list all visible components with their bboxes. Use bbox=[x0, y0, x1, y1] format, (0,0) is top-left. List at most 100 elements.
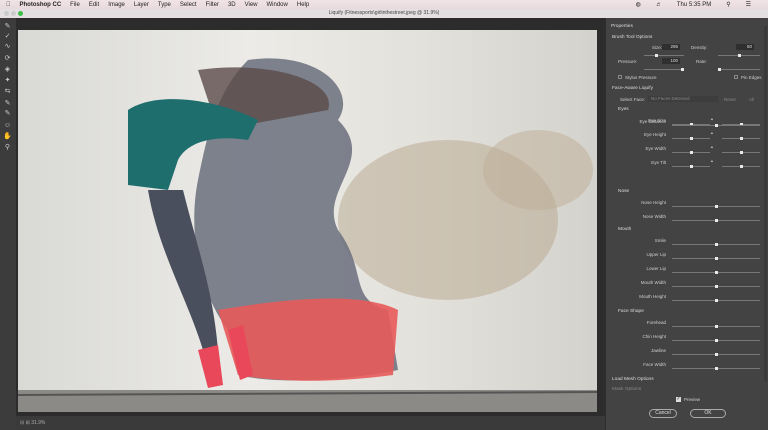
menu-edit[interactable]: Edit bbox=[89, 2, 99, 8]
eye-height-left-slider[interactable] bbox=[672, 137, 710, 140]
link-icon[interactable]: ⚭ bbox=[710, 117, 714, 123]
menu-window[interactable]: Window bbox=[267, 2, 288, 8]
nose-height-slider[interactable] bbox=[672, 205, 760, 208]
apple-menu[interactable]:  bbox=[6, 2, 11, 8]
ok-button[interactable]: OK bbox=[690, 409, 726, 418]
minimize-button[interactable] bbox=[11, 11, 16, 16]
slider-knob[interactable] bbox=[737, 54, 741, 57]
all-button[interactable]: All bbox=[749, 97, 754, 102]
zoom-in-icon[interactable]: ⊞ bbox=[26, 420, 30, 426]
section-mouth[interactable]: Mouth bbox=[618, 227, 631, 232]
stylus-pressure-checkbox[interactable] bbox=[618, 75, 622, 79]
upper-lip-slider[interactable] bbox=[672, 257, 760, 260]
thaw-mask-tool-icon[interactable]: ✎ bbox=[3, 110, 12, 118]
slider-knob[interactable] bbox=[718, 68, 721, 71]
link-icon[interactable]: ⚭ bbox=[710, 159, 714, 165]
chin-height-slider[interactable] bbox=[672, 339, 760, 342]
smile-slider[interactable] bbox=[672, 243, 760, 246]
slider-knob[interactable] bbox=[715, 285, 718, 288]
cancel-button[interactable]: Cancel bbox=[649, 409, 677, 418]
lower-lip-slider[interactable] bbox=[672, 271, 760, 274]
mouth-height-slider[interactable] bbox=[672, 299, 760, 302]
load-mesh-options-header[interactable]: Load Mesh Options bbox=[612, 377, 654, 382]
pressure-slider[interactable] bbox=[644, 68, 684, 71]
slider-knob[interactable] bbox=[740, 165, 743, 168]
link-icon[interactable]: ⚭ bbox=[710, 145, 714, 151]
section-nose[interactable]: Nose bbox=[618, 189, 629, 194]
slider-knob[interactable] bbox=[740, 137, 743, 140]
slider-knob[interactable] bbox=[715, 219, 718, 222]
zoom-level[interactable]: 31.9% bbox=[31, 420, 45, 426]
push-left-tool-icon[interactable]: ⇆ bbox=[3, 88, 12, 96]
eye-tilt-right-slider[interactable] bbox=[722, 165, 760, 168]
slider-knob[interactable] bbox=[690, 165, 693, 168]
density-slider[interactable] bbox=[718, 54, 760, 57]
eye-height-right-slider[interactable] bbox=[722, 137, 760, 140]
notifications-icon[interactable]: ☰ bbox=[746, 1, 751, 8]
face-width-slider[interactable] bbox=[672, 367, 760, 370]
link-icon[interactable]: ⚭ bbox=[710, 131, 714, 137]
rate-slider[interactable] bbox=[718, 68, 760, 71]
section-face-shape[interactable]: Face Shape bbox=[618, 309, 644, 314]
twirl-tool-icon[interactable]: ⟳ bbox=[3, 55, 12, 63]
menu-app[interactable]: Photoshop CC bbox=[20, 2, 62, 8]
slider-knob[interactable] bbox=[715, 124, 718, 127]
slider-knob[interactable] bbox=[681, 68, 684, 71]
density-field[interactable]: 50 bbox=[736, 44, 754, 50]
volume-icon[interactable]: ♬ bbox=[656, 2, 662, 8]
mouth-width-slider[interactable] bbox=[672, 285, 760, 288]
slider-knob[interactable] bbox=[715, 339, 718, 342]
face-aware-liquify-header[interactable]: Face-Aware Liquify bbox=[612, 86, 653, 91]
clock[interactable]: Thu 5:35 PM bbox=[677, 2, 711, 8]
slider-knob[interactable] bbox=[715, 325, 718, 328]
slider-knob[interactable] bbox=[740, 151, 743, 154]
slider-knob[interactable] bbox=[715, 367, 718, 370]
slider-knob[interactable] bbox=[655, 54, 659, 57]
preview-checkbox[interactable]: ✓ bbox=[676, 397, 681, 402]
slider-knob[interactable] bbox=[690, 137, 693, 140]
slider-knob[interactable] bbox=[715, 353, 718, 356]
slider-knob[interactable] bbox=[715, 299, 718, 302]
menu-file[interactable]: File bbox=[70, 2, 80, 8]
pressure-field[interactable]: 100 bbox=[662, 58, 680, 64]
bloat-tool-icon[interactable]: ✦ bbox=[3, 77, 12, 85]
slider-knob[interactable] bbox=[715, 243, 718, 246]
mask-options-header[interactable]: Mask Options bbox=[612, 387, 641, 392]
zoom-out-icon[interactable]: ⊟ bbox=[20, 420, 24, 426]
section-eyes[interactable]: Eyes bbox=[618, 107, 629, 112]
menu-3d[interactable]: 3D bbox=[228, 2, 236, 8]
forward-warp-tool-icon[interactable]: ✎ bbox=[3, 23, 12, 31]
jawline-slider[interactable] bbox=[672, 353, 760, 356]
slider-knob[interactable] bbox=[715, 271, 718, 274]
menu-filter[interactable]: Filter bbox=[206, 2, 219, 8]
zoom-button[interactable] bbox=[18, 11, 23, 16]
smooth-tool-icon[interactable]: ∿ bbox=[3, 43, 12, 51]
slider-knob[interactable] bbox=[715, 257, 718, 260]
panel-scrollbar[interactable] bbox=[764, 26, 767, 381]
wifi-icon[interactable]: ◍ bbox=[636, 1, 641, 8]
menu-view[interactable]: View bbox=[245, 2, 258, 8]
hand-tool-icon[interactable]: ✋ bbox=[3, 133, 12, 141]
brush-tool-options-header[interactable]: Brush Tool Options bbox=[612, 35, 652, 40]
menu-help[interactable]: Help bbox=[297, 2, 309, 8]
select-face-dropdown[interactable]: No Faces Detected bbox=[648, 96, 718, 102]
freeze-mask-tool-icon[interactable]: ✎ bbox=[3, 100, 12, 108]
slider-knob[interactable] bbox=[715, 205, 718, 208]
menu-select[interactable]: Select bbox=[180, 2, 197, 8]
photo-canvas[interactable] bbox=[18, 30, 597, 412]
eye-tilt-left-slider[interactable] bbox=[672, 165, 710, 168]
eye-width-right-slider[interactable] bbox=[722, 151, 760, 154]
reconstruct-tool-icon[interactable]: ✓ bbox=[3, 33, 12, 41]
size-field[interactable]: 295 bbox=[662, 44, 680, 50]
face-tool-icon[interactable]: ☺ bbox=[3, 122, 12, 130]
size-slider[interactable] bbox=[644, 54, 684, 57]
eye-width-left-slider[interactable] bbox=[672, 151, 710, 154]
nose-width-slider[interactable] bbox=[672, 219, 760, 222]
pin-edges-checkbox[interactable] bbox=[734, 75, 738, 79]
menu-image[interactable]: Image bbox=[108, 2, 125, 8]
forehead-slider[interactable] bbox=[672, 325, 760, 328]
reset-button[interactable]: Reset bbox=[724, 97, 736, 102]
zoom-tool-icon[interactable]: ⚲ bbox=[3, 144, 12, 152]
search-icon[interactable]: ⚲ bbox=[726, 1, 730, 8]
eye-distance-slider[interactable] bbox=[672, 124, 760, 127]
